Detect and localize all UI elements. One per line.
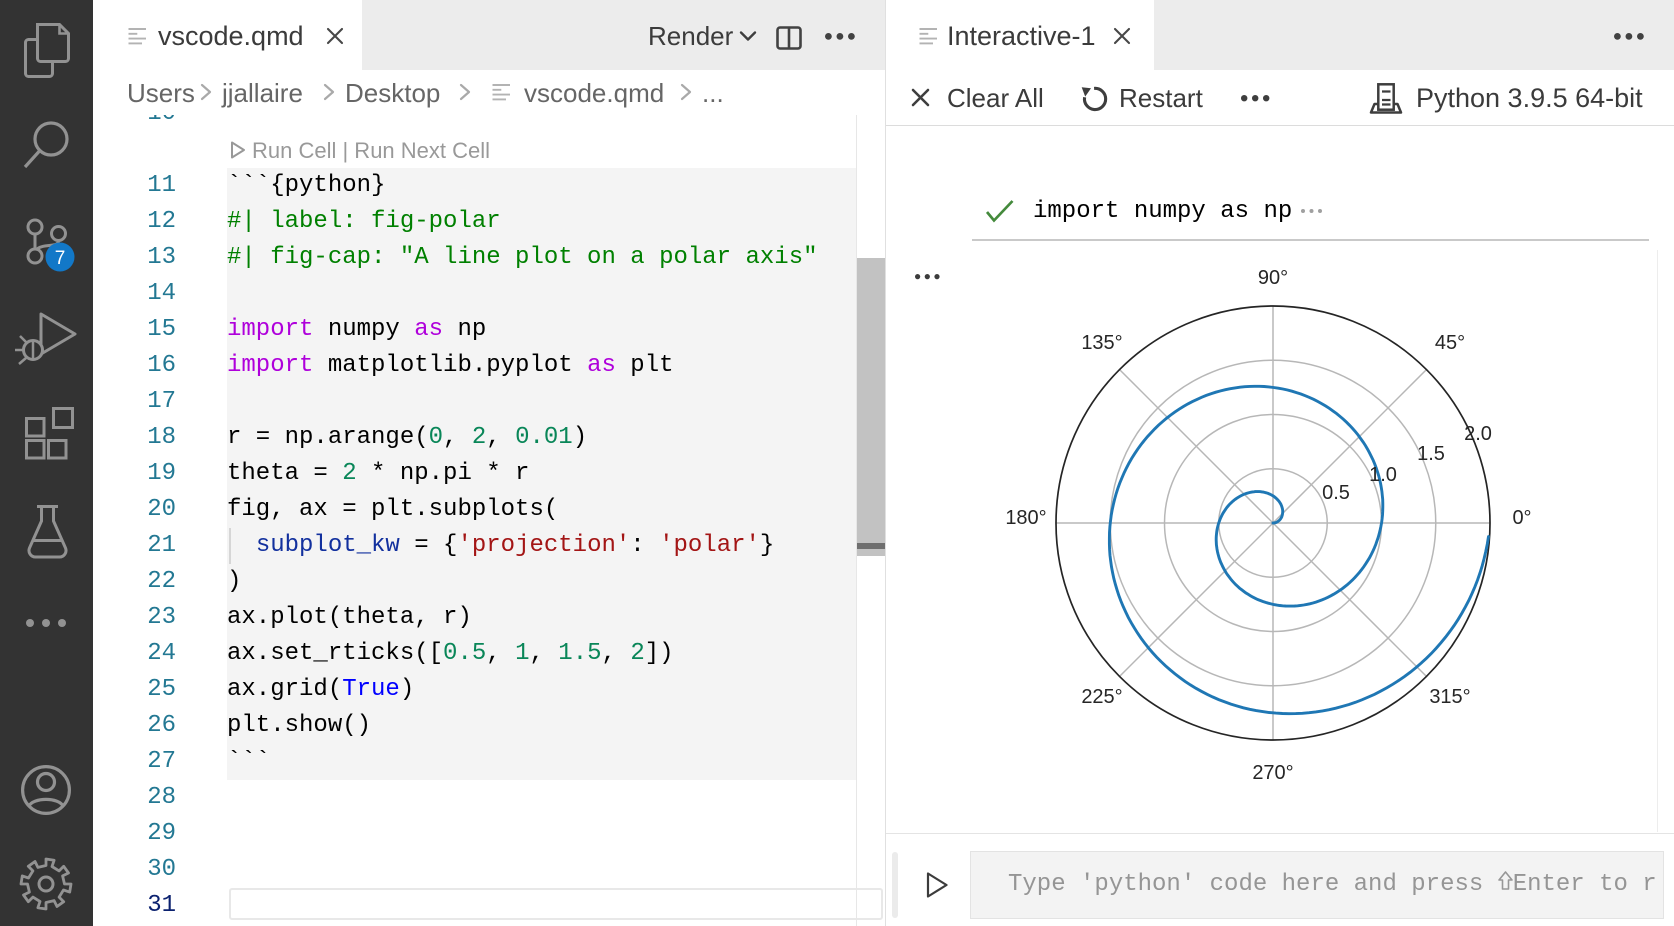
svg-text:270°: 270°: [1252, 762, 1293, 784]
svg-text:315°: 315°: [1429, 686, 1470, 708]
svg-text:180°: 180°: [1005, 507, 1046, 529]
svg-text:1.0: 1.0: [1369, 464, 1397, 486]
svg-text:0.5: 0.5: [1322, 482, 1350, 504]
svg-text:225°: 225°: [1081, 686, 1122, 708]
svg-text:0°: 0°: [1512, 507, 1531, 529]
svg-text:7: 7: [55, 248, 66, 269]
svg-text:1.5: 1.5: [1417, 443, 1445, 465]
svg-text:2.0: 2.0: [1464, 423, 1492, 445]
svg-text:45°: 45°: [1435, 332, 1465, 354]
svg-text:90°: 90°: [1258, 267, 1288, 289]
svg-text:135°: 135°: [1081, 332, 1122, 354]
